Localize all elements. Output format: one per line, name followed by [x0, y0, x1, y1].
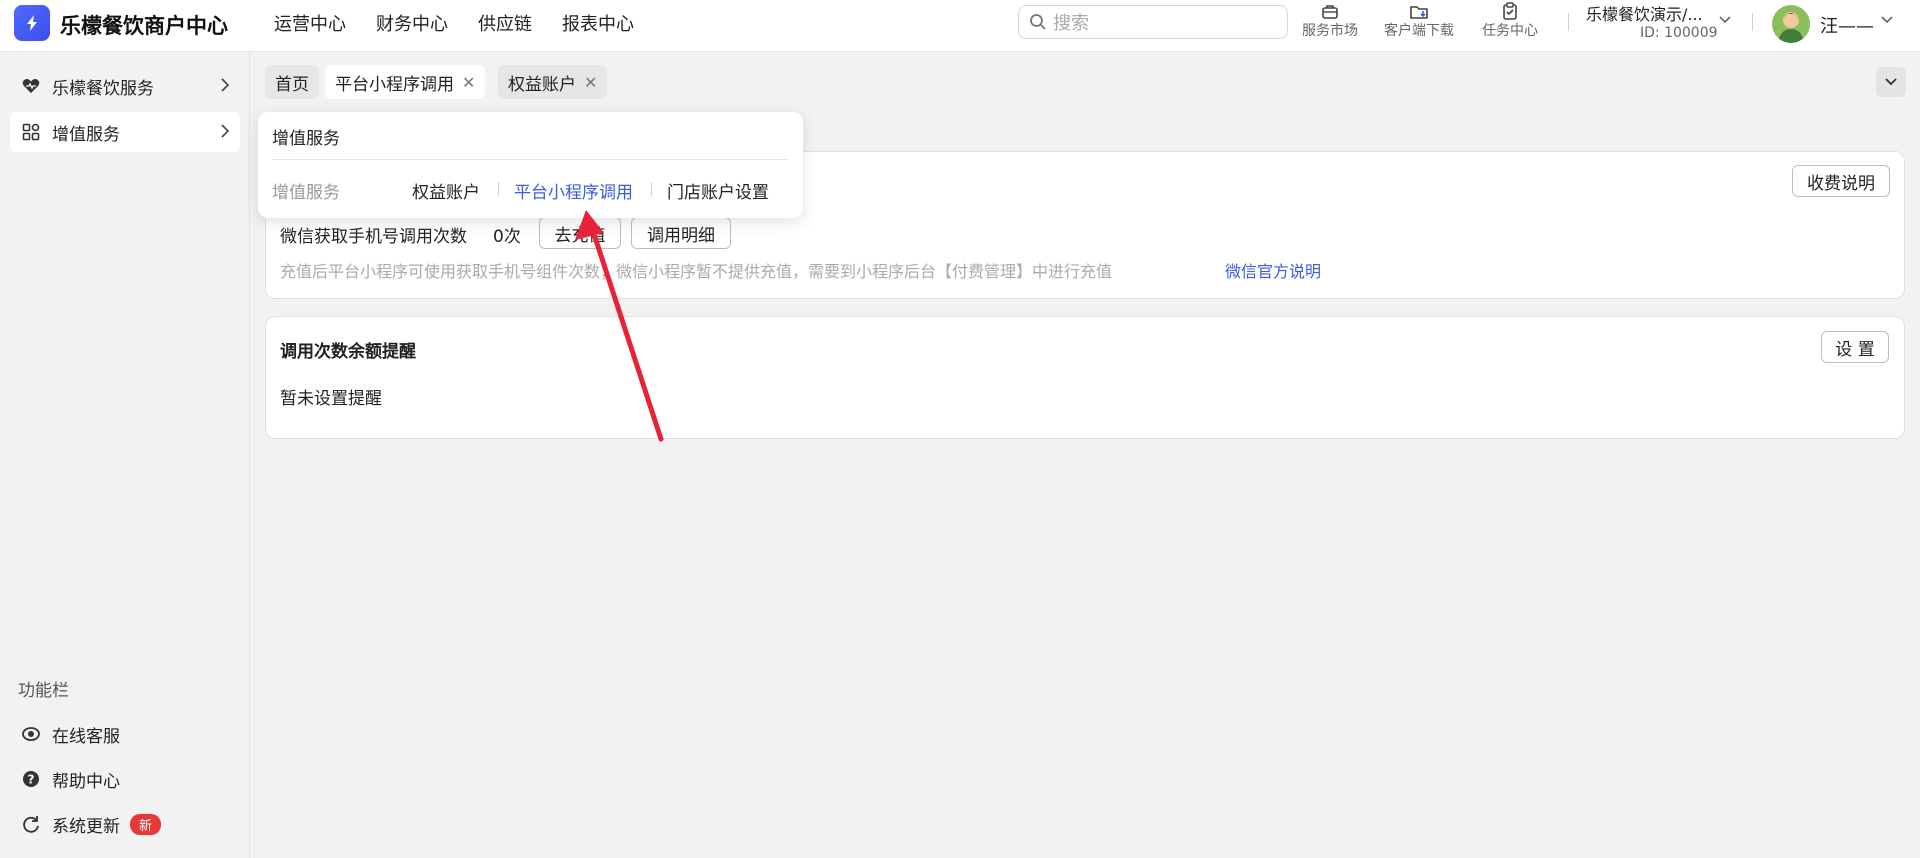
user-name[interactable]: 汪—— [1820, 12, 1874, 38]
chevron-down-icon[interactable] [1880, 15, 1894, 25]
menu-link-store-account-settings[interactable]: 门店账户设置 [667, 178, 769, 203]
app-logo-icon[interactable] [14, 5, 50, 41]
chevron-right-icon [221, 124, 230, 138]
sidebar-item-label: 乐檬餐饮服务 [52, 78, 154, 99]
refresh-icon [23, 816, 39, 833]
call-detail-button[interactable]: 调用明细 [631, 217, 731, 249]
avatar[interactable] [1772, 5, 1810, 43]
function-bar-title: 功能栏 [18, 681, 69, 701]
sidebar: 乐檬餐饮服务 增值服务 功能栏 在线客服 ? 帮助中心 系统更新 新 [0, 52, 250, 858]
divider [272, 159, 788, 160]
reminder-setting-button[interactable]: 设 置 [1821, 331, 1889, 363]
panel-title: 增值服务 [272, 129, 340, 149]
tool-client-download-label: 客户端下载 [1384, 23, 1454, 39]
sidebar-item-label: 在线客服 [52, 726, 120, 747]
menu-link-rights-account[interactable]: 权益账户 [412, 178, 480, 203]
briefcase-icon [1322, 5, 1338, 19]
search-icon [1030, 14, 1046, 30]
divider [1752, 13, 1753, 31]
reminder-status: 暂未设置提醒 [280, 389, 382, 409]
app-title[interactable]: 乐檬餐饮商户中心 [60, 10, 228, 40]
tool-task-center[interactable]: 任务中心 [1482, 0, 1538, 40]
sidebar-item-online-support[interactable]: 在线客服 [10, 714, 240, 754]
search-input[interactable]: 搜索 [1018, 5, 1288, 39]
sidebar-item-value-added[interactable]: 增值服务 [10, 112, 240, 152]
clipboard-check-icon [1503, 2, 1517, 20]
wechat-official-link[interactable]: 微信官方说明 [1225, 258, 1321, 282]
divider [651, 182, 652, 196]
divider [1568, 13, 1569, 31]
sidebar-item-catering-service[interactable]: 乐檬餐饮服务 [10, 66, 240, 106]
svg-text:?: ? [28, 773, 35, 787]
tab-home[interactable]: 首页 [265, 65, 319, 99]
chevron-down-icon[interactable] [1718, 15, 1732, 25]
reminder-title: 调用次数余额提醒 [280, 342, 416, 362]
sidebar-item-system-update[interactable]: 系统更新 新 [10, 804, 240, 844]
heart-icon [22, 79, 40, 93]
sidebar-item-label: 帮助中心 [52, 771, 120, 792]
panel-group-label: 增值服务 [272, 183, 340, 203]
nav-reports[interactable]: 报表中心 [562, 10, 634, 36]
recharge-button[interactable]: 去充值 [539, 217, 621, 249]
fee-description-button[interactable]: 收费说明 [1792, 165, 1890, 197]
nav-finance[interactable]: 财务中心 [376, 10, 448, 36]
new-badge: 新 [130, 813, 162, 835]
search-placeholder: 搜索 [1053, 13, 1089, 34]
chevron-right-icon [221, 78, 230, 92]
sidebar-item-help-center[interactable]: ? 帮助中心 [10, 759, 240, 799]
chevron-down-icon [1885, 78, 1897, 86]
tabs-more-button[interactable] [1876, 67, 1906, 97]
folder-download-icon [1410, 6, 1428, 19]
sidebar-item-label: 系统更新 [52, 816, 120, 837]
tool-service-market-label: 服务市场 [1302, 23, 1358, 39]
nav-supply-chain[interactable]: 供应链 [478, 10, 532, 36]
value-added-menu-panel: 增值服务 增值服务 权益账户 平台小程序调用 门店账户设置 [258, 112, 803, 218]
menu-link-mini-program-calls[interactable]: 平台小程序调用 [514, 178, 633, 203]
shop-id: ID: 100009 [1640, 25, 1718, 41]
tab-label: 平台小程序调用 [335, 74, 454, 95]
close-icon[interactable]: ✕ [462, 73, 475, 92]
tab-label: 首页 [275, 74, 309, 95]
top-nav: 运营中心 财务中心 供应链 报表中心 [274, 10, 634, 36]
headset-icon [22, 727, 40, 741]
tool-task-center-label: 任务中心 [1482, 23, 1538, 39]
sidebar-item-label: 增值服务 [52, 124, 120, 145]
tool-service-market[interactable]: 服务市场 [1302, 0, 1358, 40]
reminder-card: 调用次数余额提醒 设 置 暂未设置提醒 [265, 316, 1905, 439]
help-icon: ? [23, 771, 39, 787]
nav-operations[interactable]: 运营中心 [274, 10, 346, 36]
close-icon[interactable]: ✕ [584, 73, 597, 92]
tab-rights-account[interactable]: 权益账户 ✕ [498, 65, 608, 99]
grid-icon [22, 123, 40, 141]
tool-client-download[interactable]: 客户端下载 [1384, 0, 1454, 40]
tab-mini-program-calls[interactable]: 平台小程序调用 ✕ [325, 65, 486, 99]
metric-value: 0次 [493, 227, 521, 247]
usage-note: 充值后平台小程序可使用获取手机号组件次数；微信小程序暂不提供充值，需要到小程序后… [280, 262, 1113, 281]
top-bar: 乐檬餐饮商户中心 运营中心 财务中心 供应链 报表中心 搜索 服务市场 客户端下… [0, 0, 1920, 52]
metric-label: 微信获取手机号调用次数 [280, 227, 467, 247]
shop-selector[interactable]: 乐檬餐饮演示/... [1586, 1, 1703, 25]
tab-label: 权益账户 [508, 74, 576, 95]
divider [498, 182, 499, 196]
